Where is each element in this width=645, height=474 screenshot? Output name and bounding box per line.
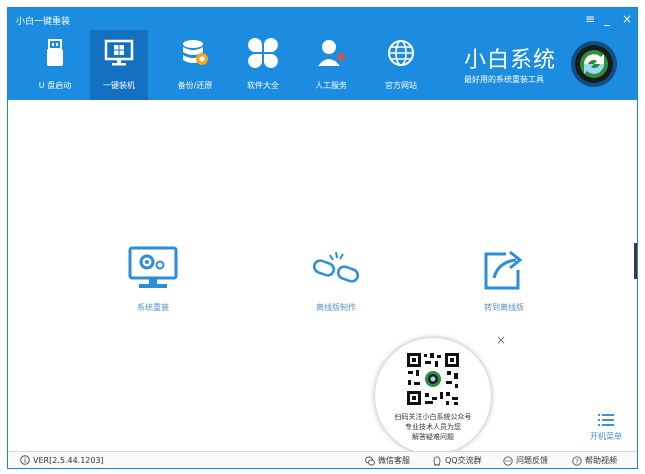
chat-bubble-icon: [503, 455, 513, 466]
database-backup-icon: [183, 40, 208, 65]
version-text: VER[2.5.44.1203]: [33, 455, 104, 465]
qr-text-line: 解答疑难问题: [412, 433, 454, 441]
nav-label: 软件大全: [247, 81, 279, 90]
share-arrow-icon: [484, 250, 523, 290]
app-title: 小白一键重装: [16, 17, 71, 27]
help-icon: ?: [572, 455, 582, 466]
qq-penguin-icon: [433, 455, 441, 466]
footer-bar: VER[2.5.44.1203] 微信客服 QQ交流群 问题反馈 ? 帮助视频: [8, 451, 637, 468]
close-button[interactable]: ×: [622, 12, 632, 26]
globe-icon: [388, 40, 414, 66]
qr-popup-text: 扫码关注小白系统公众号 专业技术人员为您 解答疑难问题: [375, 412, 491, 442]
nav-official-site[interactable]: 官方网站: [372, 30, 430, 100]
action-label: 离线版制作: [316, 303, 356, 312]
nav-software[interactable]: 软件大全: [234, 30, 292, 100]
qq-group-link[interactable]: QQ交流群: [432, 455, 482, 466]
brand-tagline: 最好用的系统重装工具: [464, 75, 544, 84]
nav-label: 人工服务: [315, 81, 347, 90]
header-bar: 小白一键重装 ≡ _ × U 盘启动 一键装机 备份/还原 软件大全 人工服务 …: [8, 8, 637, 100]
brand-logo-icon: [571, 41, 617, 87]
nav-label: 一键装机: [103, 81, 135, 90]
action-label: 转到离线版: [484, 303, 524, 312]
broken-link-icon: [312, 251, 360, 283]
usb-drive-icon: [47, 39, 63, 66]
offline-build-action[interactable]: 离线版制作: [286, 246, 386, 313]
menu-button[interactable]: ≡: [585, 12, 595, 26]
nav-backup-restore[interactable]: 备份/还原: [166, 30, 224, 100]
monitor-windows-icon: [104, 39, 134, 66]
boot-menu-button[interactable]: 开机菜单: [584, 412, 628, 442]
minimize-button[interactable]: _: [604, 12, 610, 26]
nav-label: 备份/还原: [177, 81, 213, 90]
feedback-link[interactable]: 问题反馈: [503, 455, 548, 466]
wechat-icon: [365, 456, 375, 465]
wechat-label: 微信客服: [378, 456, 410, 465]
help-video-link[interactable]: ? 帮助视频: [572, 455, 617, 466]
popup-close-button[interactable]: ×: [496, 333, 506, 347]
qr-text-line: 专业技术人员为您: [405, 423, 461, 431]
feedback-label: 问题反馈: [516, 456, 548, 465]
nav-human-service[interactable]: 人工服务: [302, 30, 360, 100]
qr-text-line: 扫码关注小白系统公众号: [394, 413, 472, 421]
apps-grid-icon: [248, 38, 278, 68]
info-icon: [20, 455, 30, 465]
wechat-service-link[interactable]: 微信客服: [365, 455, 410, 466]
brand-name: 小白系统: [464, 48, 557, 73]
nav-one-key-install[interactable]: 一键装机: [90, 30, 148, 100]
system-reinstall-action[interactable]: 系统重装: [103, 246, 203, 313]
monitor-gear-icon: [128, 246, 178, 288]
list-menu-icon: [598, 414, 614, 426]
qq-label: QQ交流群: [445, 456, 482, 465]
svg-text:?: ?: [575, 457, 578, 465]
support-person-icon: [318, 40, 345, 66]
go-offline-action[interactable]: 转到离线版: [454, 246, 554, 313]
nav-label: U 盘启动: [38, 81, 72, 90]
nav-label: 官方网站: [385, 81, 417, 90]
qr-code-icon: [405, 351, 461, 407]
action-label: 系统重装: [137, 303, 169, 312]
help-label: 帮助视频: [585, 456, 617, 465]
boot-menu-label: 开机菜单: [590, 432, 622, 441]
qr-popup: 扫码关注小白系统公众号 专业技术人员为您 解答疑难问题: [375, 338, 491, 454]
version-info: VER[2.5.44.1203]: [20, 455, 104, 465]
scrollbar[interactable]: [634, 243, 637, 279]
nav-usb-boot[interactable]: U 盘启动: [26, 30, 84, 100]
app-window: 小白一键重装 ≡ _ × U 盘启动 一键装机 备份/还原 软件大全 人工服务 …: [7, 7, 638, 469]
